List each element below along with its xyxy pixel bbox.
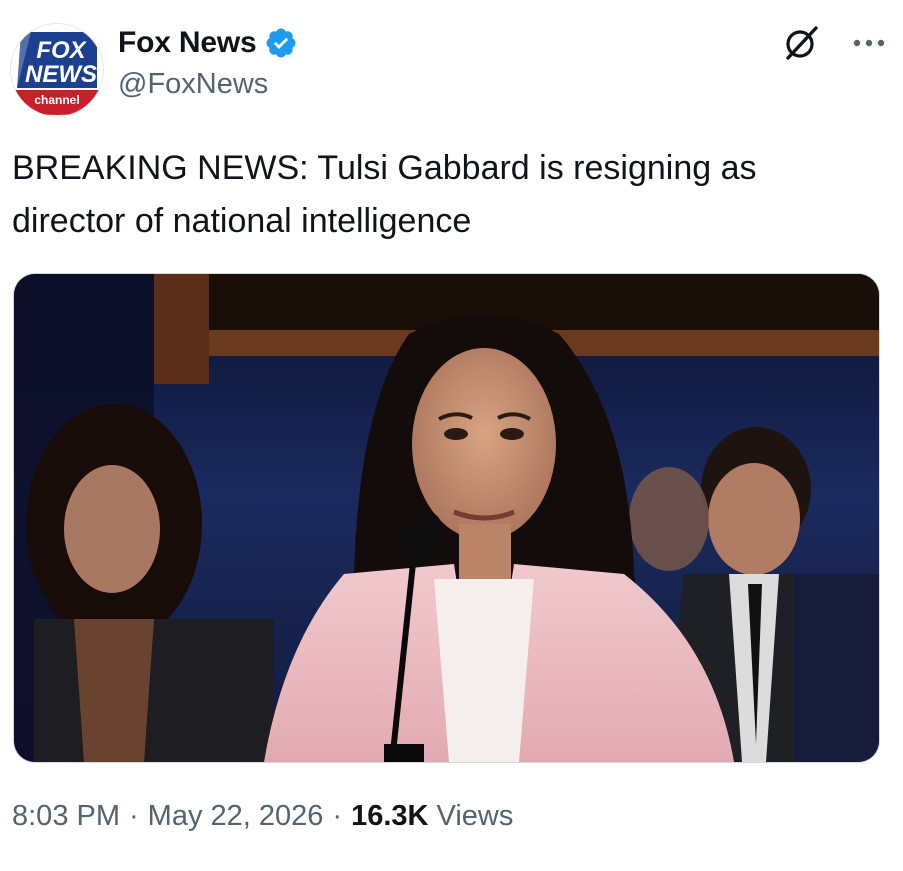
tweet-meta: 8:03 PM · May 22, 2026 · 16.3K Views — [12, 800, 513, 833]
fox-news-logo-icon: FOX NEWS channel — [11, 24, 103, 116]
svg-text:channel: channel — [34, 93, 79, 107]
tweet-date[interactable]: May 22, 2026 — [148, 800, 324, 833]
svg-text:FOX: FOX — [36, 37, 87, 64]
tweet-header: FOX NEWS channel Fox News @FoxNews — [10, 20, 890, 117]
meta-separator: · — [332, 800, 343, 832]
svg-text:NEWS: NEWS — [25, 61, 97, 88]
tweet-text: BREAKING NEWS: Tulsi Gabbard is resignin… — [12, 149, 757, 240]
views-label: Views — [436, 800, 514, 832]
avatar[interactable]: FOX NEWS channel — [10, 23, 104, 117]
verified-badge-icon[interactable] — [264, 26, 298, 60]
views-count: 16.3K — [351, 800, 429, 832]
more-options-icon[interactable] — [848, 22, 890, 64]
hearing-photo-image — [14, 274, 879, 762]
tweet-time[interactable]: 8:03 PM — [12, 800, 120, 833]
tweet-photo[interactable] — [13, 273, 880, 763]
author-handle[interactable]: @FoxNews — [118, 68, 298, 101]
meta-separator: · — [129, 800, 139, 832]
grok-icon[interactable] — [780, 22, 822, 64]
author-display-name[interactable]: Fox News — [118, 26, 257, 60]
